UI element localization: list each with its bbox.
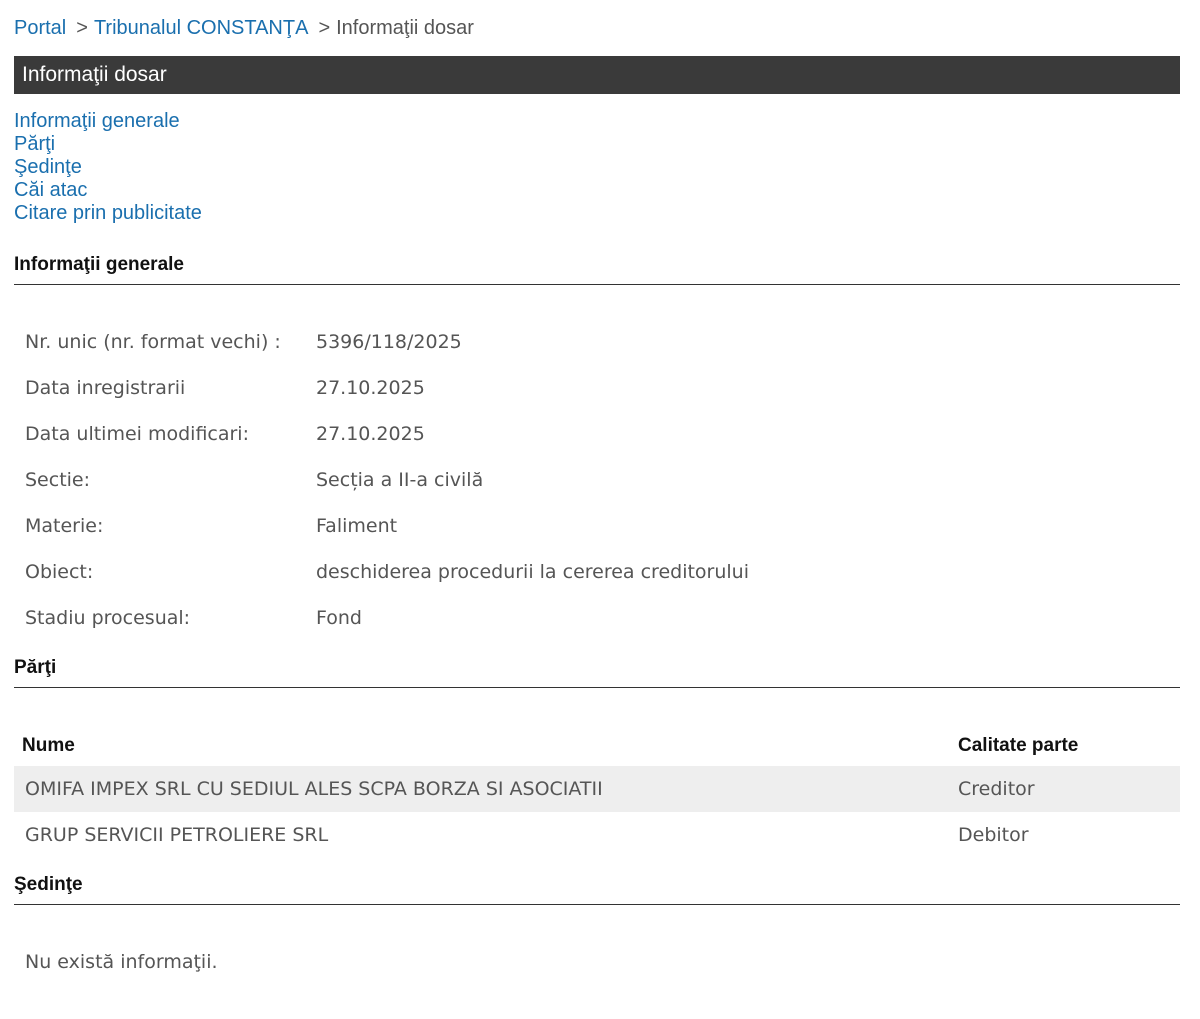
party-name: GRUP SERVICII PETROLIERE SRL — [25, 824, 329, 846]
section-heading-sedinte: Şedinţe — [14, 874, 1180, 905]
page: Portal > Tribunalul CONSTANŢA > Informaţ… — [0, 0, 1200, 973]
party-name: OMIFA IMPEX SRL CU SEDIUL ALES SCPA BORZ… — [25, 778, 603, 800]
nav-link-cai-atac[interactable]: Căi atac — [14, 179, 1180, 202]
breadcrumb: Portal > Tribunalul CONSTANŢA > Informaţ… — [14, 0, 1180, 56]
info-label: Data ultimei modificari: — [25, 423, 249, 445]
general-info-table: Nr. unic (nr. format vechi) : 5396/118/2… — [14, 319, 1180, 641]
column-header-nume: Nume — [22, 735, 75, 756]
info-row: Stadiu procesual: Fond — [14, 595, 1180, 641]
table-row: GRUP SERVICII PETROLIERE SRL Debitor — [14, 812, 1180, 858]
party-role: Debitor — [958, 824, 1029, 846]
section-heading-parti: Părţi — [14, 657, 1180, 688]
info-value: 27.10.2025 — [316, 377, 425, 399]
info-label: Materie: — [25, 515, 104, 537]
info-row: Sectie: Secția a II-a civilă — [14, 457, 1180, 503]
info-row: Data inregistrarii 27.10.2025 — [14, 365, 1180, 411]
info-value: Fond — [316, 607, 362, 629]
section-nav: Informaţii generale Părţi Şedinţe Căi at… — [14, 110, 1180, 225]
parti-table: Nume Calitate parte OMIFA IMPEX SRL CU S… — [14, 726, 1180, 858]
nav-link-parti[interactable]: Părţi — [14, 133, 1180, 156]
info-value: 27.10.2025 — [316, 423, 425, 445]
info-value: Faliment — [316, 515, 398, 537]
page-title: Informaţii dosar — [14, 56, 1180, 94]
breadcrumb-separator: > — [318, 16, 331, 39]
nav-link-sedinte[interactable]: Şedinţe — [14, 156, 1180, 179]
nav-link-general[interactable]: Informaţii generale — [14, 110, 1180, 133]
table-header: Nume Calitate parte — [14, 726, 1180, 766]
party-role: Creditor — [958, 778, 1035, 800]
section-heading-general: Informaţii generale — [14, 254, 1180, 285]
empty-state-text: Nu există informaţii. — [25, 951, 218, 973]
nav-link-citare[interactable]: Citare prin publicitate — [14, 202, 1180, 225]
breadcrumb-separator: > — [76, 16, 88, 39]
info-label: Sectie: — [25, 469, 91, 491]
breadcrumb-link-portal[interactable]: Portal — [14, 17, 66, 40]
info-row: Data ultimei modificari: 27.10.2025 — [14, 411, 1180, 457]
breadcrumb-current: Informaţii dosar — [336, 16, 474, 39]
column-header-calitate: Calitate parte — [958, 735, 1079, 756]
info-row: Nr. unic (nr. format vechi) : 5396/118/2… — [14, 319, 1180, 365]
info-value: 5396/118/2025 — [316, 331, 462, 353]
table-row: OMIFA IMPEX SRL CU SEDIUL ALES SCPA BORZ… — [14, 766, 1180, 812]
info-row: Materie: Faliment — [14, 503, 1180, 549]
info-value: deschiderea procedurii la cererea credit… — [316, 561, 750, 583]
info-label: Stadiu procesual: — [25, 607, 191, 629]
info-label: Nr. unic (nr. format vechi) : — [25, 331, 281, 353]
breadcrumb-link-court[interactable]: Tribunalul CONSTANŢA — [94, 17, 309, 40]
info-label: Obiect: — [25, 561, 94, 583]
info-label: Data inregistrarii — [25, 377, 186, 399]
info-value: Secția a II-a civilă — [316, 469, 484, 491]
info-row: Obiect: deschiderea procedurii la cerere… — [14, 549, 1180, 595]
